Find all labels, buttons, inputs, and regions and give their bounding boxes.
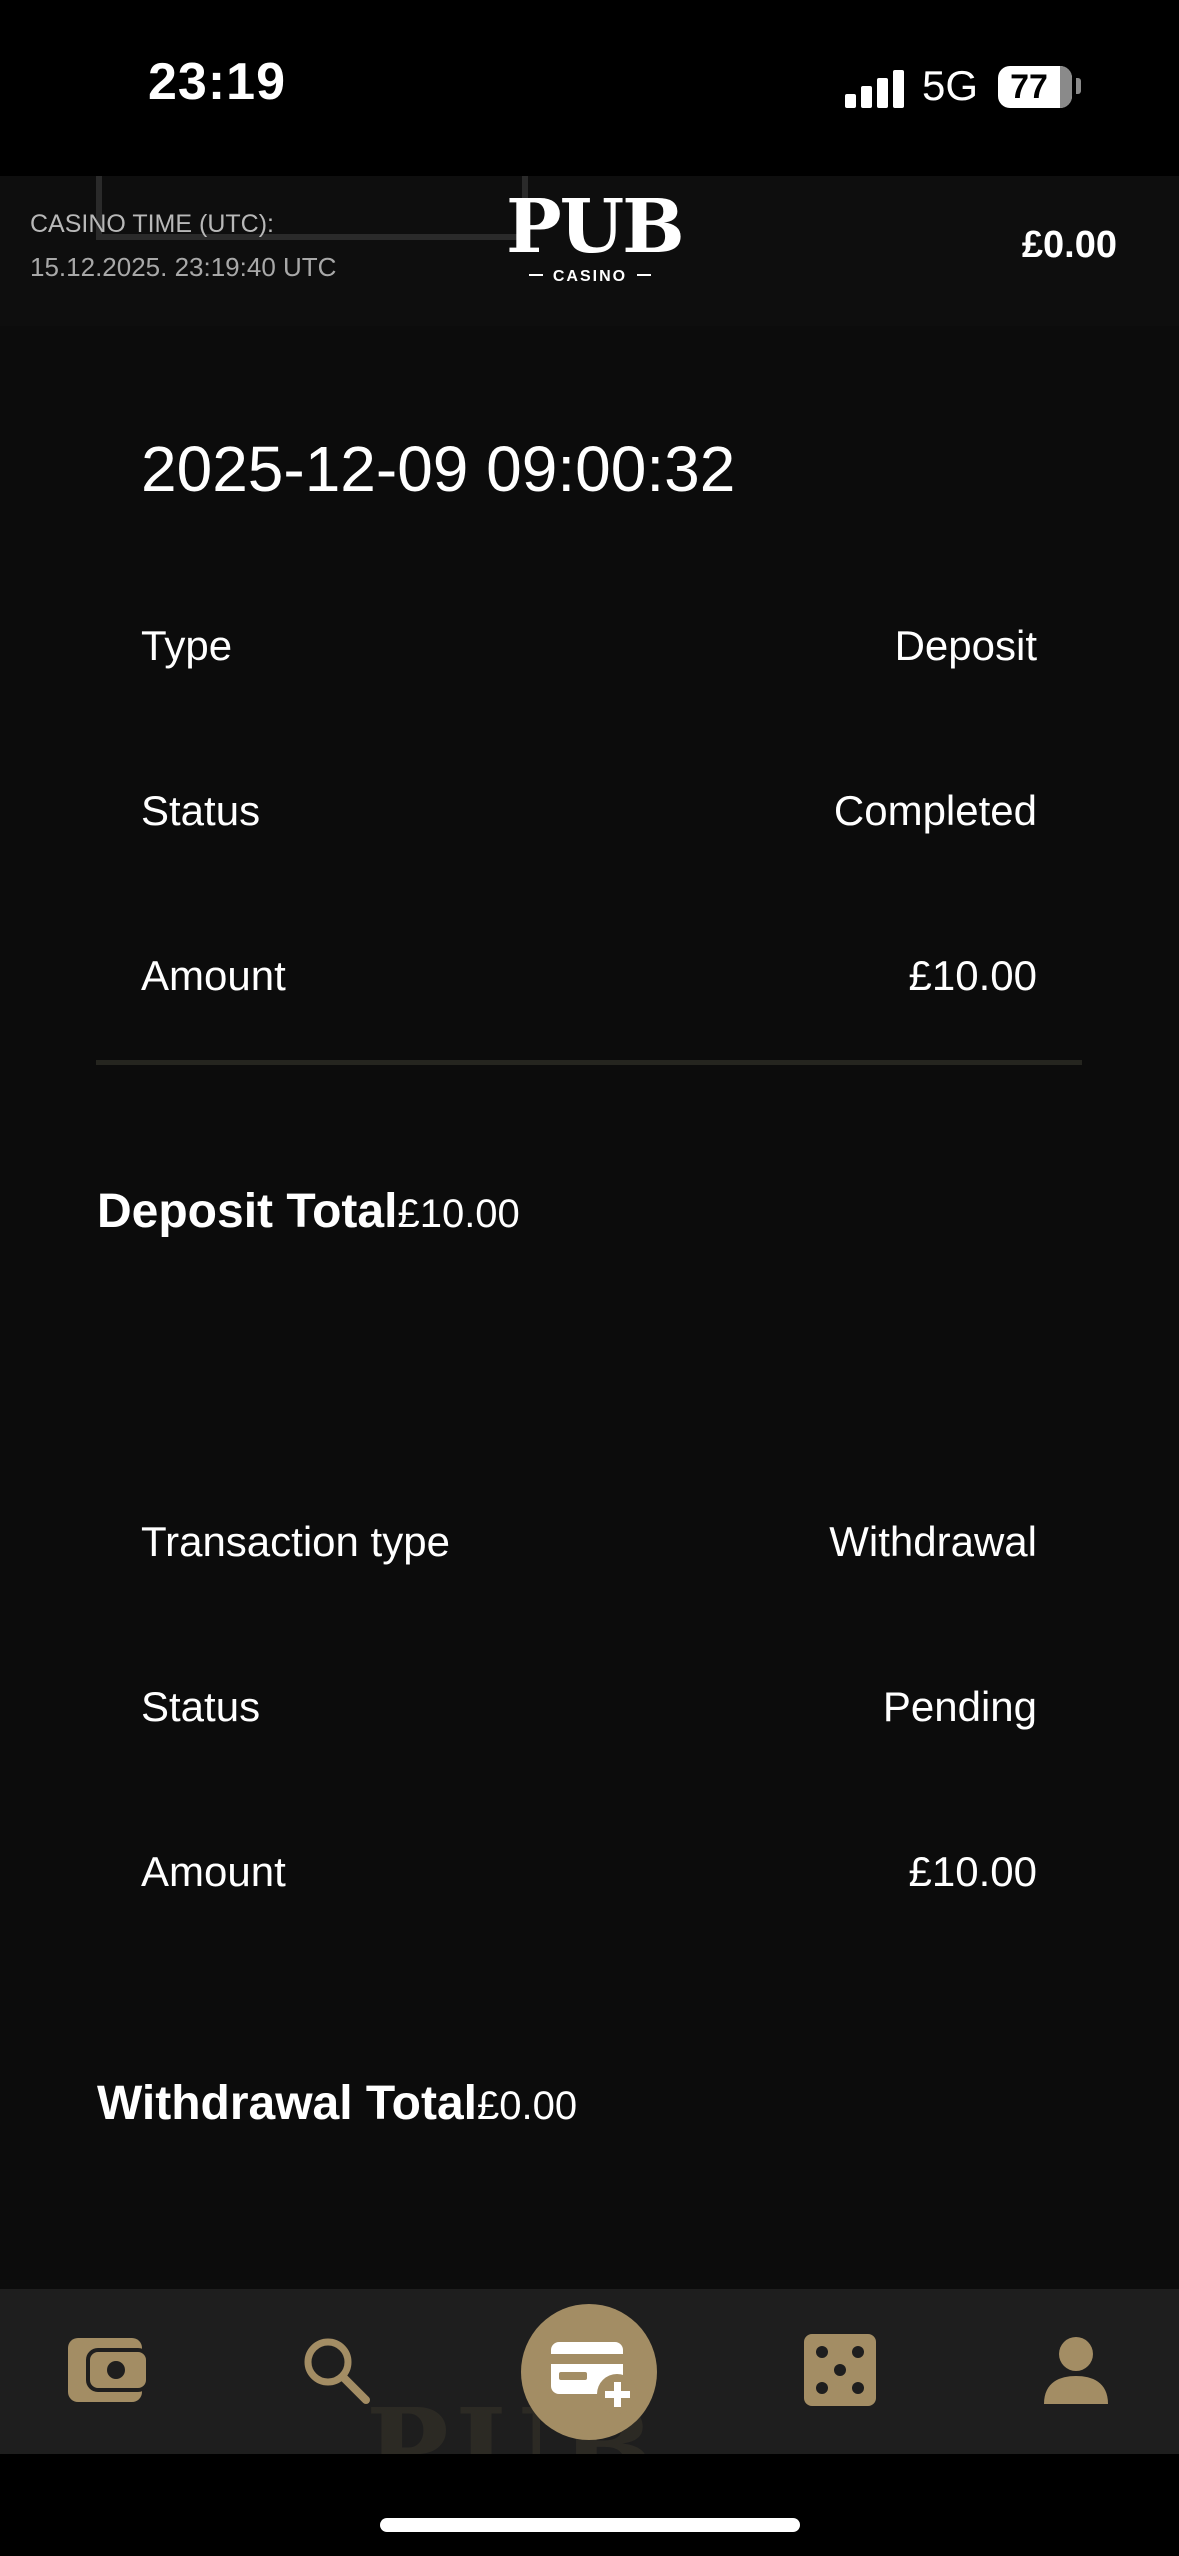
pub-casino-logo[interactable]: PUB CASINO (506, 184, 685, 288)
deposit-total: Deposit Total£10.00 (97, 1184, 520, 1239)
deposit-total-label: Deposit Total (97, 1185, 398, 1238)
battery-cap (1076, 78, 1081, 94)
withdrawal-row-amount: Amount £10.00 (141, 1848, 1037, 1908)
profile-icon (1044, 2337, 1108, 2404)
balance-display[interactable]: £0.00 (1022, 224, 1117, 267)
network-label: 5G (922, 62, 979, 109)
signal-icon (845, 68, 905, 108)
svg-text:CASINO: CASINO (553, 268, 627, 284)
row-label: Amount (141, 1848, 286, 1895)
withdrawal-row-type: Transaction type Withdrawal (141, 1518, 1037, 1578)
row-label: Type (141, 622, 233, 669)
row-value: Deposit (894, 622, 1037, 669)
row-label: Amount (141, 952, 286, 999)
row-value: Completed (833, 787, 1037, 834)
logo-sub-text: CASINO (506, 266, 674, 288)
row-value: £10.00 (908, 952, 1037, 999)
row-value: £10.00 (908, 1848, 1037, 1895)
nav-add-card-button[interactable] (521, 2304, 657, 2440)
row-label: Status (141, 787, 261, 834)
withdrawal-total: Withdrawal Total£0.00 (97, 2076, 577, 2131)
home-indicator-area (0, 2454, 1179, 2556)
wallet-icon (68, 2338, 150, 2402)
transaction-date: 2025-12-09 09:00:32 (141, 433, 736, 505)
row-value: Withdrawal (829, 1518, 1037, 1565)
battery-icon: 77 (998, 66, 1072, 108)
withdrawal-total-label: Withdrawal Total (97, 2077, 478, 2130)
row-label: Transaction type (141, 1518, 450, 1565)
detail-row-type: Type Deposit (141, 622, 1037, 682)
row-value: Pending (882, 1683, 1037, 1730)
search-icon (304, 2338, 370, 2404)
dice-icon (804, 2334, 876, 2406)
logo-main-text: PUB (506, 184, 685, 270)
battery-level: 77 (1010, 68, 1048, 106)
add-card-icon (551, 2342, 637, 2414)
nav-games-button[interactable] (790, 2320, 890, 2420)
withdrawal-total-value: £0.00 (477, 2084, 578, 2128)
detail-row-amount: Amount £10.00 (141, 952, 1037, 1012)
status-time: 23:19 (148, 53, 286, 111)
nav-wallet-button[interactable] (54, 2320, 154, 2420)
casino-time-value: 15.12.2025. 23:19:40 UTC (30, 252, 337, 282)
casino-time-label: CASINO TIME (UTC): (30, 210, 274, 238)
section-divider (96, 1060, 1082, 1065)
row-label: Status (141, 1683, 261, 1730)
nav-profile-button[interactable] (1026, 2320, 1126, 2420)
nav-search-button[interactable] (286, 2320, 386, 2420)
home-indicator[interactable] (380, 2518, 800, 2532)
deposit-total-value: £10.00 (397, 1192, 520, 1236)
withdrawal-row-status: Status Pending (141, 1683, 1037, 1743)
detail-row-status: Status Completed (141, 787, 1037, 847)
